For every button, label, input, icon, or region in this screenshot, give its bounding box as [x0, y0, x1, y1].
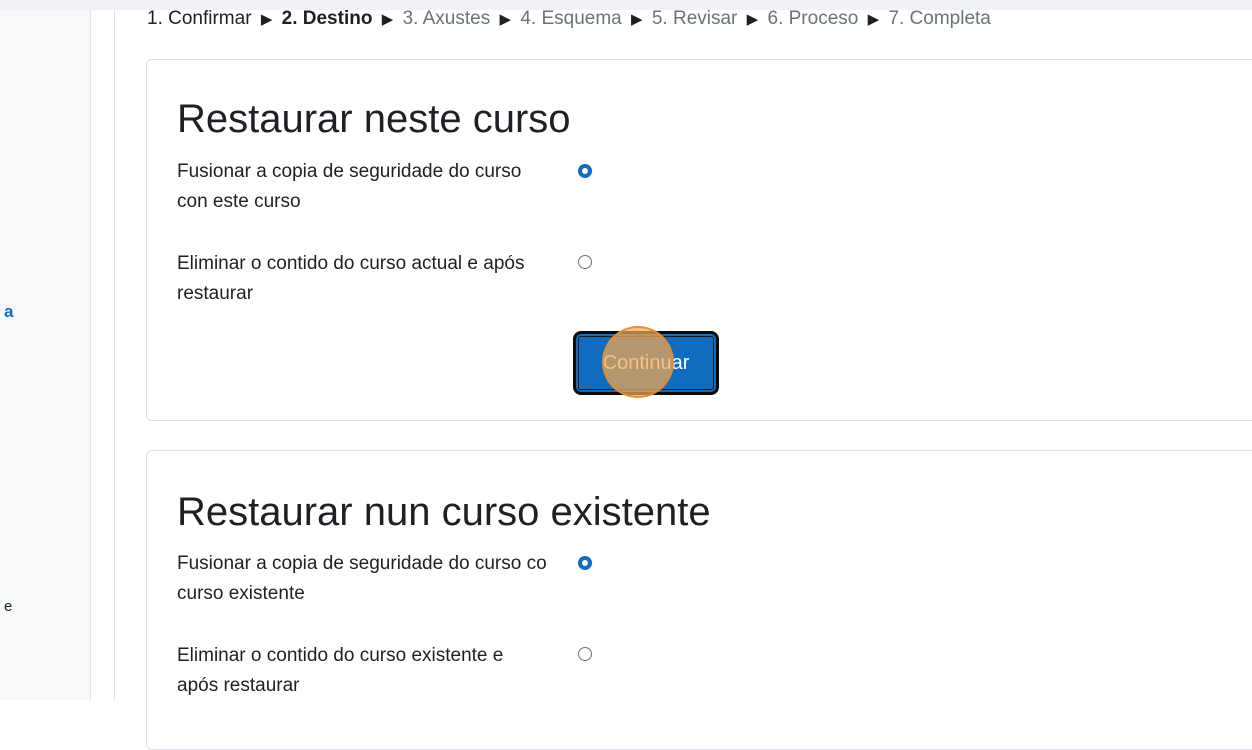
play-triangle-icon: ▶: [260, 11, 273, 28]
radio-checked-icon[interactable]: [578, 556, 592, 570]
drawer-text-fragment: e: [4, 598, 13, 615]
merge-existing-option-label: Fusionar a copia de seguridade do curso …: [177, 553, 547, 604]
delete-existing-option-label: Eliminar o contido do curso existente e …: [177, 645, 504, 696]
radio-checked-icon[interactable]: [578, 164, 592, 178]
drawer-link-fragment[interactable]: a: [4, 302, 13, 322]
step-process: 6. Proceso: [767, 8, 859, 29]
continue-button[interactable]: Continuar: [573, 331, 719, 395]
restore-steps-breadcrumb: 1. Confirmar ▶ 2. Destino ▶ 3. Axustes ▶…: [147, 8, 991, 30]
play-triangle-icon: ▶: [746, 11, 759, 28]
restore-existing-course-card: Restaurar nun curso existente Fusionar a…: [146, 450, 1252, 750]
step-schema: 4. Esquema: [520, 8, 622, 29]
play-triangle-icon: ▶: [499, 11, 512, 28]
step-complete: 7. Completa: [888, 8, 991, 29]
merge-option-label: Fusionar a copia de seguridade do curso …: [177, 161, 522, 212]
restore-this-course-card: Restaurar neste curso Fusionar a copia d…: [146, 59, 1252, 421]
step-confirm: 1. Confirmar: [147, 8, 252, 29]
delete-option-label: Eliminar o contido do curso actual e apó…: [177, 253, 525, 304]
step-settings: 3. Axustes: [402, 8, 491, 29]
step-review: 5. Revisar: [651, 8, 738, 29]
play-triangle-icon: ▶: [867, 11, 880, 28]
radio-unchecked-icon[interactable]: [578, 647, 592, 661]
play-triangle-icon: ▶: [631, 11, 643, 28]
content-divider: [114, 10, 115, 700]
section-title: Restaurar nun curso existente: [177, 490, 711, 534]
section-title: Restaurar neste curso: [177, 97, 571, 141]
course-index-drawer: a e: [0, 10, 91, 700]
step-destination: 2. Destino: [281, 8, 373, 29]
play-triangle-icon: ▶: [381, 11, 394, 28]
radio-unchecked-icon[interactable]: [578, 255, 592, 269]
